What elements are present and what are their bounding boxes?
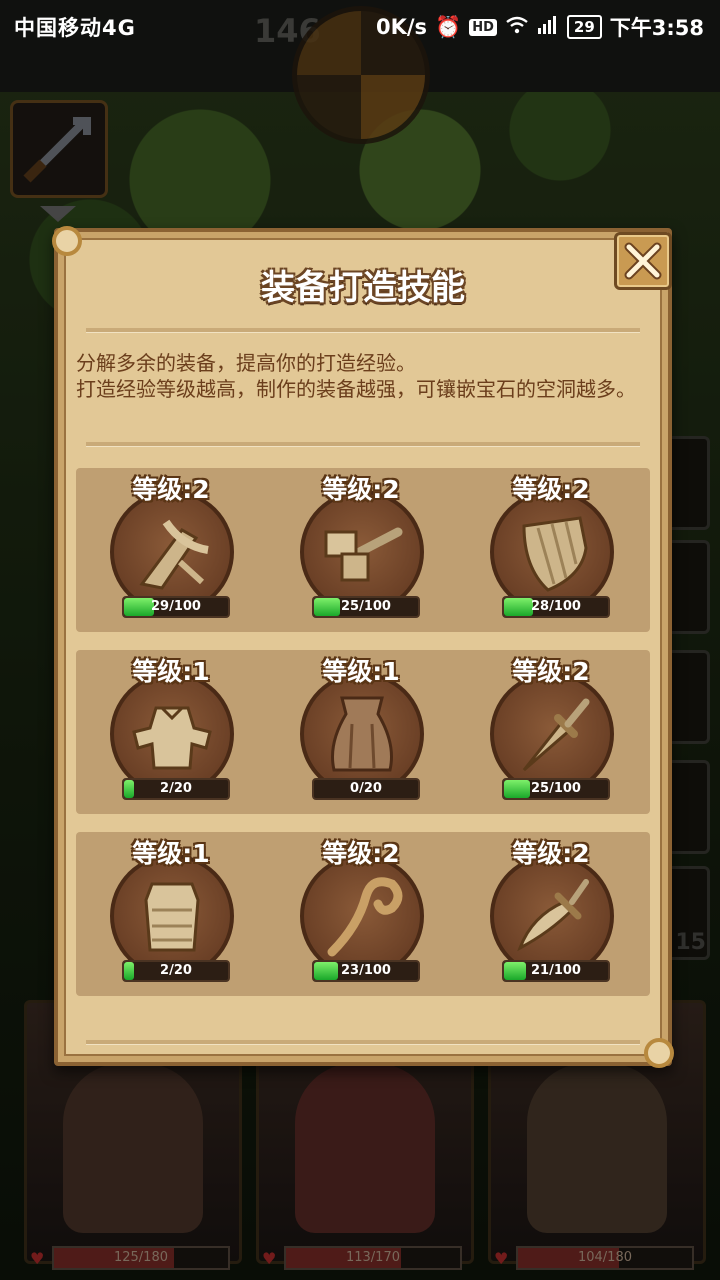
skill-item-curved-blade[interactable]: 等级:2 21/100 [456,832,646,996]
skill-progress-bar: 23/100 [312,960,420,982]
dialog-title: 装备打造技能 [261,268,465,308]
status-bar: 中国移动4G 0K/s ⏰ HD 29 下午3:58 [0,0,720,50]
skill-level: 等级:2 [512,839,590,868]
battery-icon: 29 [566,15,602,39]
skill-progress-text: 28/100 [531,599,581,614]
staff-icon [327,877,403,957]
divider [86,442,640,447]
corner-ornament [52,226,82,256]
skill-progress-bar: 0/20 [312,778,420,800]
close-icon [624,242,662,280]
skill-level: 等级:1 [132,839,210,868]
skill-progress-text: 25/100 [531,781,581,796]
skill-level: 等级:2 [322,475,400,504]
curved-blade-icon [517,879,589,952]
divider [86,1040,640,1045]
skill-progress-bar: 29/100 [122,596,230,618]
skill-row: 等级:1 2/20 等级:1 0/20 等级:2 25/100 [76,650,650,814]
wifi-icon [505,15,529,39]
skill-row: 等级:2 29/100 等级:2 25/100 等级:2 28/100 [76,468,650,632]
skill-item-crossbow[interactable]: 等级:2 29/100 [76,468,266,632]
skill-item-leather-armor[interactable]: 等级:1 2/20 [76,832,266,996]
cloak-icon [331,696,393,772]
signal-icon [537,15,559,39]
skill-level: 等级:2 [132,475,210,504]
leather-armor-icon [144,882,200,952]
description-line: 打造经验等级越高，制作的装备越强，可镶嵌宝石的空洞越多。 [76,377,636,401]
skill-progress-text: 29/100 [151,599,201,614]
dagger-icon [522,698,590,772]
divider [86,328,640,333]
hammer-icon [324,527,403,582]
skill-progress-bar: 21/100 [502,960,610,982]
skill-progress-text: 2/20 [160,781,192,796]
hd-badge: HD [469,18,497,36]
net-speed: 0K/s [376,15,428,39]
skill-item-hammer[interactable]: 等级:2 25/100 [266,468,456,632]
skill-item-cloak[interactable]: 等级:1 0/20 [266,650,456,814]
skill-progress-bar: 25/100 [312,596,420,618]
description-line: 分解多余的装备，提高你的打造经验。 [76,351,416,375]
status-time: 下午3:58 [609,16,704,40]
skill-progress-bar: 28/100 [502,596,610,618]
alarm-icon: ⏰ [435,14,462,39]
carrier-label: 中国移动4G [14,16,136,40]
skill-row: 等级:1 2/20 等级:2 23/100 等级:2 21/100 [76,832,650,996]
crafting-skill-dialog: 装备打造技能 分解多余的装备，提高你的打造经验。 打造经验等级越高，制作的装备越… [52,226,674,1068]
skill-progress-bar: 25/100 [502,778,610,800]
skill-level: 等级:2 [512,657,590,686]
corner-ornament [644,1038,674,1068]
skill-progress-text: 23/100 [341,963,391,978]
shield-icon [522,516,588,592]
skill-item-staff[interactable]: 等级:2 23/100 [266,832,456,996]
skill-progress-text: 25/100 [341,599,391,614]
skill-progress-text: 0/20 [350,781,382,796]
skill-level: 等级:2 [512,475,590,504]
dialog-description: 分解多余的装备，提高你的打造经验。 打造经验等级越高，制作的装备越强，可镶嵌宝石… [76,350,656,402]
skill-progress-text: 21/100 [531,963,581,978]
plate-armor-icon [132,706,212,770]
skill-progress-bar: 2/20 [122,778,230,800]
skill-level: 等级:1 [322,657,400,686]
skill-progress-bar: 2/20 [122,960,230,982]
crossbow-icon [139,519,209,590]
skill-item-dagger[interactable]: 等级:2 25/100 [456,650,646,814]
skill-progress-text: 2/20 [160,963,192,978]
skill-level: 等级:2 [322,839,400,868]
skill-level: 等级:1 [132,657,210,686]
skill-item-plate-armor[interactable]: 等级:1 2/20 [76,650,266,814]
skill-item-shield[interactable]: 等级:2 28/100 [456,468,646,632]
close-button[interactable] [614,232,672,290]
